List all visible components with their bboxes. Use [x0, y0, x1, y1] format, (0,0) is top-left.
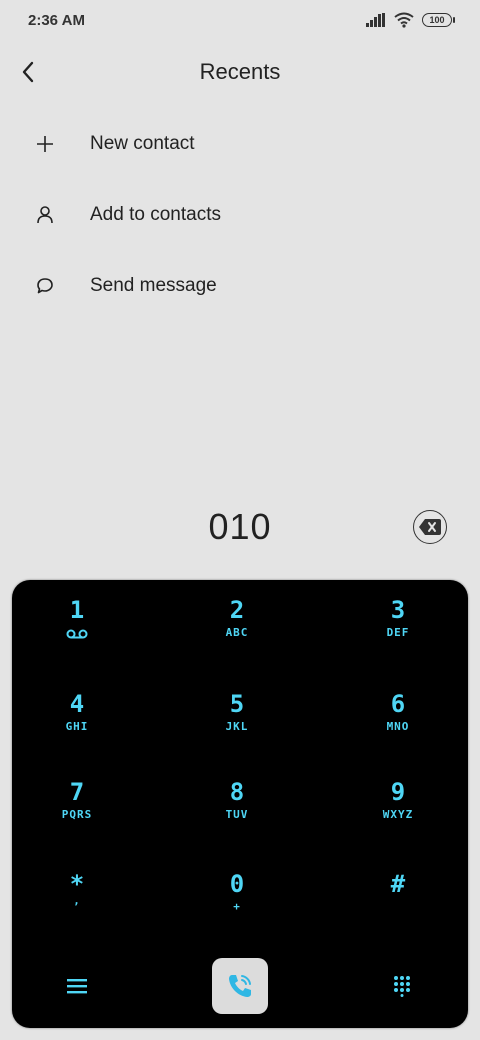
call-button[interactable] [212, 958, 268, 1014]
key-8[interactable]: 8 TUV [177, 778, 297, 848]
key-letters: ABC [225, 626, 249, 639]
key-letters: DEF [386, 626, 410, 639]
battery-icon: 100 [422, 13, 455, 27]
status-bar: 2:36 AM 100 [0, 0, 480, 44]
key-digit: 1 [69, 596, 85, 624]
key-digit: 8 [229, 778, 245, 806]
menu-item-label: New contact [90, 132, 195, 154]
person-icon [34, 204, 56, 226]
menu-item-label: Add to contacts [90, 203, 221, 225]
key-digit: 5 [229, 690, 245, 718]
key-digit: 0 [229, 870, 245, 898]
delete-button[interactable] [413, 510, 447, 544]
key-0[interactable]: 0 + [177, 870, 297, 940]
key-6[interactable]: 6 MNO [338, 690, 458, 760]
wifi-icon [394, 12, 414, 28]
dialed-number: 010 [208, 506, 272, 547]
hamburger-menu-icon [67, 979, 87, 994]
page-title: Recents [199, 59, 281, 84]
status-time: 2:36 AM [28, 12, 85, 29]
new-contact-item[interactable]: New contact [0, 108, 480, 179]
key-digit: 4 [69, 690, 85, 718]
key-9[interactable]: 9 WXYZ [338, 778, 458, 848]
phone-call-icon [229, 975, 251, 997]
add-to-contacts-item[interactable]: Add to contacts [0, 179, 480, 250]
key-5[interactable]: 5 JKL [177, 690, 297, 760]
dialpad-toggle-button[interactable] [382, 968, 422, 1004]
key-digit: 6 [390, 690, 406, 718]
key-letters: PQRS [61, 808, 93, 821]
key-letters: GHI [65, 720, 89, 733]
menu-button[interactable] [57, 970, 97, 1002]
key-digit: 9 [390, 778, 406, 806]
message-bubble-icon [34, 275, 56, 297]
key-digit: 2 [229, 596, 245, 624]
keypad: 1 2 ABC 3 DEF 4 GHI 5 JKL 6 MNO 7 PQRS 8… [12, 580, 468, 1028]
status-icons: 100 [366, 12, 455, 28]
key-3[interactable]: 3 DEF [338, 596, 458, 666]
key-letters: MNO [386, 720, 410, 733]
voicemail-icon [66, 629, 88, 639]
key-digit: 7 [69, 778, 85, 806]
key-letters: JKL [225, 720, 249, 733]
key-4[interactable]: 4 GHI [17, 690, 137, 760]
key-digit: # [390, 870, 406, 898]
send-message-item[interactable]: Send message [0, 250, 480, 321]
key-letters: , [73, 894, 81, 907]
signal-icon [366, 13, 385, 27]
key-digit: 3 [390, 596, 406, 624]
plus-icon [34, 133, 56, 155]
key-7[interactable]: 7 PQRS [17, 778, 137, 848]
key-2[interactable]: 2 ABC [177, 596, 297, 666]
backspace-icon [419, 519, 441, 535]
key-letters: + [233, 900, 241, 913]
dialpad-icon [394, 976, 410, 997]
key-letters: WXYZ [382, 808, 414, 821]
header: Recents [0, 50, 480, 94]
key-letters: TUV [225, 808, 249, 821]
recents-menu: New contact Add to contacts Send message [0, 108, 480, 321]
menu-item-label: Send message [90, 274, 217, 296]
key-star[interactable]: * , [17, 870, 137, 940]
key-hash[interactable]: # [338, 870, 458, 940]
key-1[interactable]: 1 [17, 596, 137, 666]
